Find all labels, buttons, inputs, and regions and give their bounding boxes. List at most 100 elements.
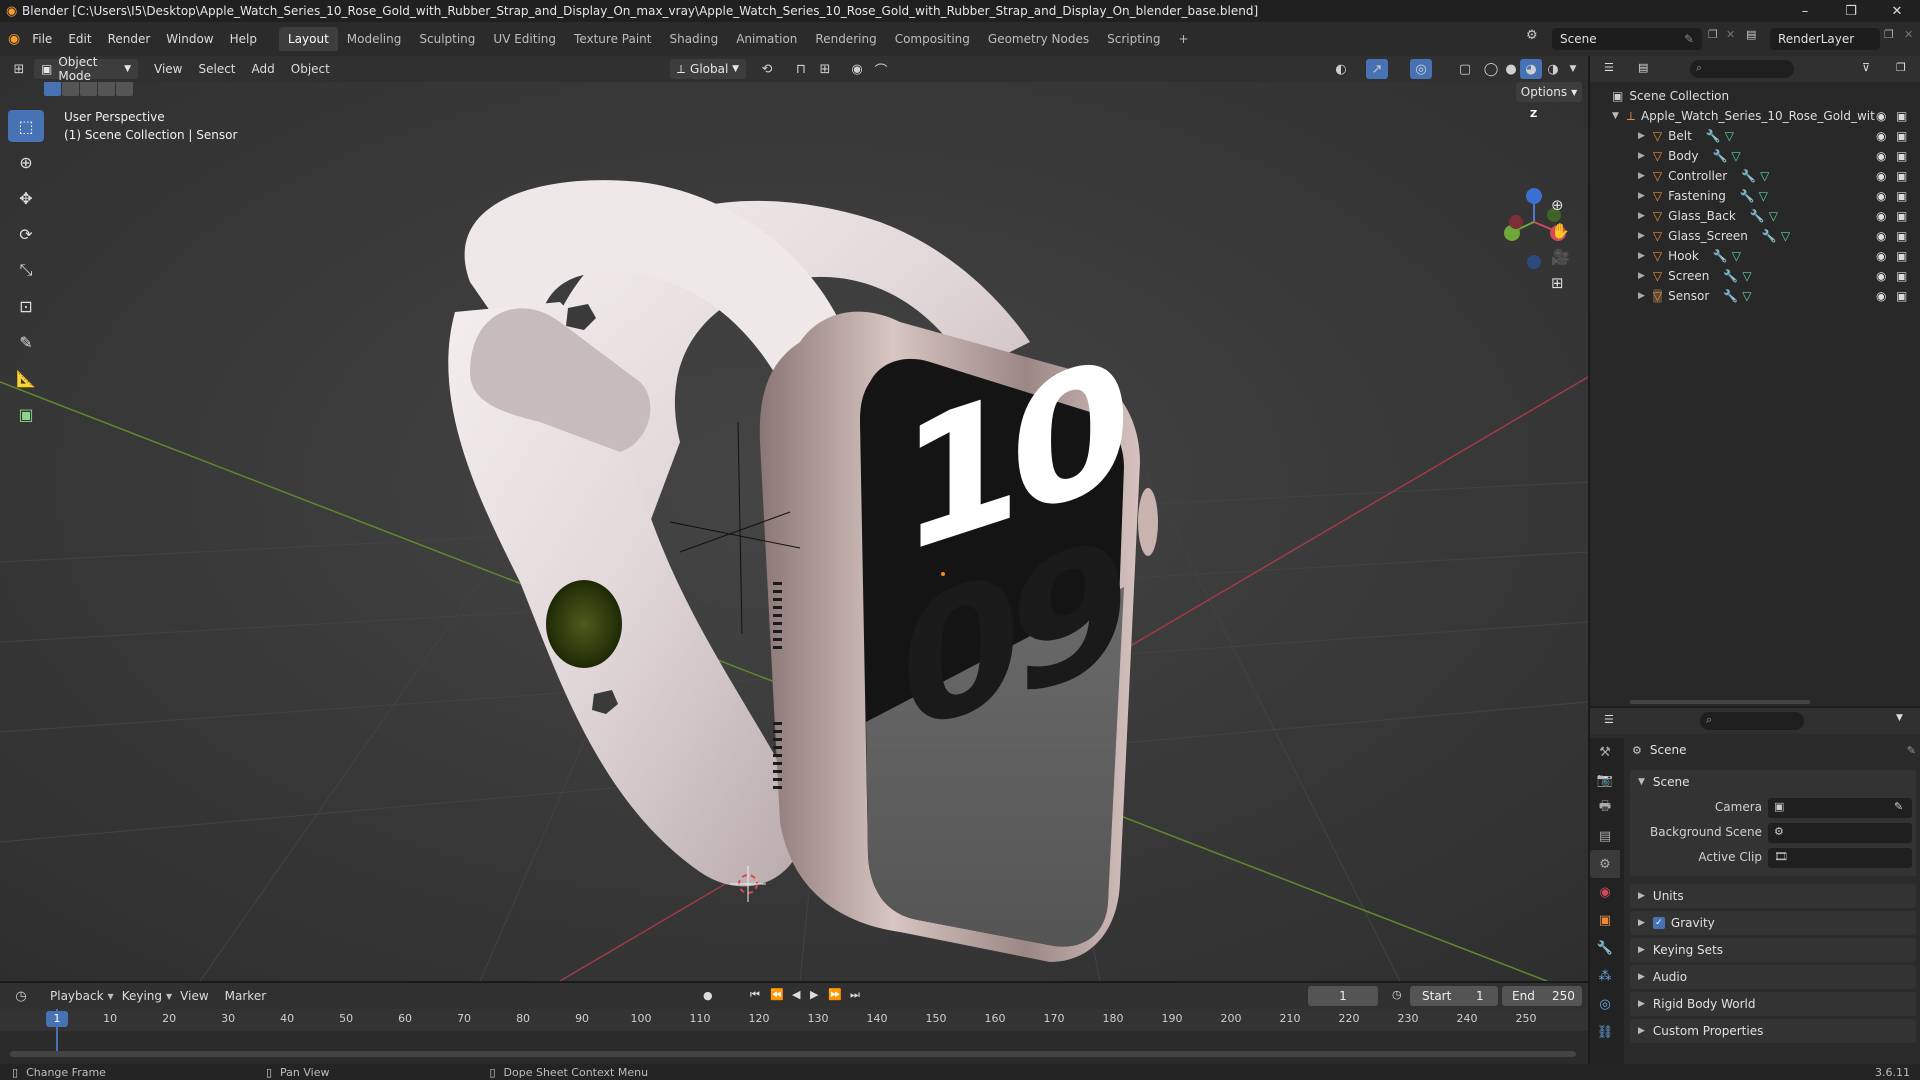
eye-icon[interactable]: ◉: [1876, 169, 1886, 183]
eye-icon[interactable]: ◉: [1876, 189, 1886, 203]
wireframe-shading-icon[interactable]: ◯: [1480, 59, 1502, 79]
select-box-tool[interactable]: ⬚: [8, 110, 44, 142]
select-intersect-icon[interactable]: [116, 82, 133, 96]
tab-geometry-nodes[interactable]: Geometry Nodes: [979, 27, 1098, 51]
menu-add[interactable]: Add: [244, 62, 283, 76]
delete-scene-icon[interactable]: ✕: [1726, 28, 1735, 41]
scene-selector-icon[interactable]: ⚙: [1526, 28, 1538, 43]
camera-field[interactable]: ▣ ✎: [1768, 798, 1912, 818]
eye-icon[interactable]: ◉: [1876, 289, 1886, 303]
proportional-edit-icon[interactable]: ◉: [846, 59, 868, 79]
outliner-item-controller[interactable]: ▶ ▽ Controller 🔧 ▽ ◉ ▣: [1590, 166, 1920, 186]
menu-playback[interactable]: Playback: [42, 989, 112, 1003]
gravity-checkbox[interactable]: ✓: [1652, 917, 1665, 929]
current-frame-field[interactable]: 1: [1308, 986, 1378, 1006]
panel-custom-properties[interactable]: ▶ Custom Properties: [1630, 1019, 1916, 1043]
tab-modifier-icon[interactable]: 🔧: [1590, 934, 1620, 962]
snap-icon[interactable]: ⊓: [790, 59, 812, 79]
visibility-icon[interactable]: ◐: [1330, 59, 1352, 79]
chevron-right-icon[interactable]: ▶: [1638, 131, 1645, 141]
tab-animation[interactable]: Animation: [727, 27, 806, 51]
new-scene-icon[interactable]: ❐: [1708, 28, 1718, 41]
chevron-down-icon[interactable]: ▼: [1612, 111, 1619, 121]
panel-rigid-body-world[interactable]: ▶ Rigid Body World: [1630, 992, 1916, 1016]
camera-view-icon[interactable]: 🎥: [1551, 248, 1570, 266]
menu-render[interactable]: Render: [100, 27, 159, 51]
chevron-right-icon[interactable]: ▶: [1638, 291, 1645, 301]
pan-hand-icon[interactable]: ✋: [1551, 222, 1570, 240]
select-subtract-icon[interactable]: [80, 82, 97, 96]
menu-select[interactable]: Select: [190, 62, 243, 76]
menu-window[interactable]: Window: [158, 27, 221, 51]
outliner-item-fastening[interactable]: ▶ ▽ Fastening 🔧 ▽ ◉ ▣: [1590, 186, 1920, 206]
clock-icon[interactable]: ◷: [1392, 988, 1402, 1001]
record-icon[interactable]: ●: [703, 989, 713, 1002]
start-frame-field[interactable]: Start 1: [1410, 986, 1498, 1006]
tab-scene-icon[interactable]: ⚙: [1590, 850, 1620, 878]
tab-modeling[interactable]: Modeling: [338, 27, 411, 51]
add-cube-tool[interactable]: ▣: [8, 398, 44, 430]
timeline-editor-icon[interactable]: ◷: [10, 986, 32, 1006]
tab-view-layer-icon[interactable]: ▤: [1590, 822, 1620, 850]
outliner-item-screen[interactable]: ▶ ▽ Screen 🔧 ▽ ◉ ▣: [1590, 266, 1920, 286]
tab-texture-paint[interactable]: Texture Paint: [565, 27, 660, 51]
new-layer-icon[interactable]: ❐: [1884, 28, 1894, 41]
xray-icon[interactable]: ▢: [1454, 59, 1476, 79]
snap-target-icon[interactable]: ⊞: [814, 59, 836, 79]
select-invert-icon[interactable]: [98, 82, 115, 96]
menu-marker[interactable]: Marker: [217, 989, 274, 1003]
chevron-right-icon[interactable]: ▶: [1638, 151, 1645, 161]
jump-start-icon[interactable]: ⏮: [750, 988, 760, 1002]
editor-type-icon[interactable]: ⊞: [8, 59, 30, 79]
measure-tool[interactable]: 📐: [8, 362, 44, 394]
render-layer-icon[interactable]: ▤: [1746, 28, 1756, 41]
properties-editor-icon[interactable]: ☰: [1604, 713, 1614, 726]
outliner-item-hook[interactable]: ▶ ▽ Hook 🔧 ▽ ◉ ▣: [1590, 246, 1920, 266]
delete-layer-icon[interactable]: ✕: [1904, 28, 1913, 41]
panel-units[interactable]: ▶ Units: [1630, 884, 1916, 908]
prev-keyframe-icon[interactable]: ⏪: [770, 988, 784, 1001]
active-clip-field[interactable]: 🎞: [1768, 848, 1912, 868]
camera-icon[interactable]: ▣: [1896, 149, 1907, 163]
outliner-item-sensor[interactable]: ▶ ▽ Sensor 🔧 ▽ ◉ ▣: [1590, 286, 1920, 306]
panel-keying-sets[interactable]: ▶ Keying Sets: [1630, 938, 1916, 962]
chevron-right-icon[interactable]: ▶: [1638, 251, 1645, 261]
chevron-right-icon[interactable]: ▶: [1638, 271, 1645, 281]
tab-render-icon[interactable]: 📷: [1590, 766, 1620, 794]
render-layer-selector[interactable]: RenderLayer: [1770, 28, 1880, 50]
jump-end-icon[interactable]: ⏭: [850, 988, 860, 1002]
new-collection-icon[interactable]: ❐: [1896, 61, 1906, 74]
outliner-item-glass-screen[interactable]: ▶ ▽ Glass_Screen 🔧 ▽ ◉ ▣: [1590, 226, 1920, 246]
chevron-right-icon[interactable]: ▶: [1638, 171, 1645, 181]
eye-icon[interactable]: ◉: [1876, 149, 1886, 163]
tab-layout[interactable]: Layout: [278, 27, 338, 51]
rotate-tool[interactable]: ⟳: [8, 218, 44, 250]
maximize-button[interactable]: ❐: [1828, 0, 1874, 22]
overlay-toggle-icon[interactable]: ◎: [1410, 59, 1432, 79]
panel-scene-header[interactable]: ▼ Scene: [1630, 770, 1916, 794]
outliner-item-body[interactable]: ▶ ▽ Body 🔧 ▽ ◉ ▣: [1590, 146, 1920, 166]
panel-gravity[interactable]: ▶ ✓ Gravity: [1630, 911, 1916, 935]
outliner-editor-icon[interactable]: ☰: [1604, 61, 1614, 74]
minimize-button[interactable]: –: [1782, 0, 1828, 22]
solid-shading-icon[interactable]: ●: [1500, 59, 1522, 79]
transform-orientation-dropdown[interactable]: ⟂ Global ▼: [670, 59, 746, 79]
object-mode-dropdown[interactable]: ▣ Object Mode ▼: [34, 55, 138, 83]
options-dropdown[interactable]: Options ▼: [1516, 82, 1582, 102]
properties-search-input[interactable]: ⌕: [1700, 712, 1804, 730]
eye-icon[interactable]: ◉: [1876, 269, 1886, 283]
3d-viewport[interactable]: 10 09 Z User Perspective (1) Scene Colle…: [0, 82, 1588, 981]
tab-tool-icon[interactable]: ⚒: [1590, 738, 1620, 766]
frame-ruler[interactable]: 10 20 30 40 50 60 70 80 90 100 110 120 130 140 150 160 1…: [0, 1009, 1588, 1031]
eye-icon[interactable]: ◉: [1876, 129, 1886, 143]
camera-icon[interactable]: ▣: [1896, 269, 1907, 283]
background-scene-field[interactable]: ⚙: [1768, 823, 1912, 843]
outliner-scrollbar[interactable]: [1630, 700, 1810, 704]
menu-object[interactable]: Object: [283, 62, 338, 76]
chevron-right-icon[interactable]: ▶: [1638, 191, 1645, 201]
camera-icon[interactable]: ▣: [1896, 189, 1907, 203]
blender-menu-icon[interactable]: ◉: [8, 31, 20, 47]
tab-shading[interactable]: Shading: [660, 27, 727, 51]
move-tool[interactable]: ✥: [8, 182, 44, 214]
annotate-tool[interactable]: ✎: [8, 326, 44, 358]
